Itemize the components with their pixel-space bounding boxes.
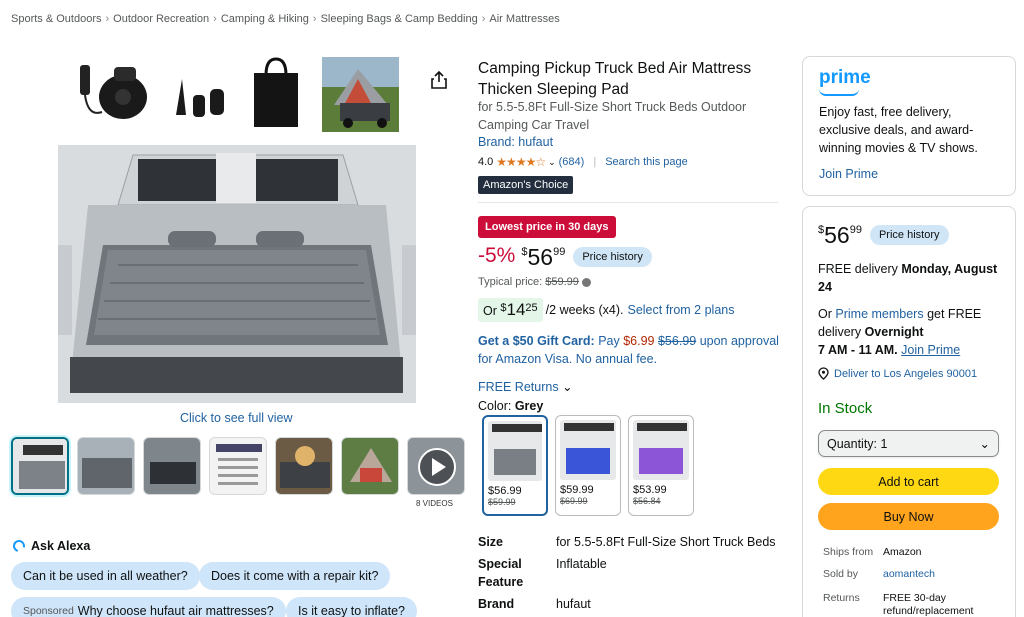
- color-swatch[interactable]: $53.99 $56.84: [628, 415, 694, 516]
- main-product-image[interactable]: [58, 145, 416, 403]
- price-block: -5% $ 56 99 Price history: [478, 244, 652, 271]
- stock-status: In Stock: [818, 400, 873, 417]
- gift-card-offer[interactable]: Get a $50 Gift Card: Pay $6.99 $56.99 up…: [478, 332, 783, 368]
- ask-alexa-header: Ask Alexa: [10, 537, 90, 555]
- alexa-question-chip[interactable]: Can it be used in all weather?: [11, 562, 200, 590]
- prime-description: Enjoy fast, free delivery, exclusive dea…: [819, 105, 978, 155]
- ships-from-value: Amazon: [883, 546, 922, 558]
- breadcrumb-item[interactable]: Camping & Hiking: [221, 13, 309, 25]
- product-subtitle: for 5.5-5.8Ft Full-Size Short Truck Beds…: [478, 100, 747, 132]
- delivery-info: FREE delivery Monday, August 24: [818, 262, 998, 294]
- returns-value[interactable]: FREE 30-day refund/replacement: [883, 592, 993, 617]
- brand-link[interactable]: Brand: hufaut: [478, 135, 553, 149]
- location-pin-icon: [818, 367, 829, 380]
- price-history-button[interactable]: Price history: [869, 225, 949, 245]
- spec-key: Brand: [478, 597, 515, 611]
- breadcrumb-item[interactable]: Air Mattresses: [489, 13, 559, 25]
- amazons-choice-badge: Amazon's Choice: [478, 176, 574, 194]
- quantity-select[interactable]: Quantity: 1 ⌄: [818, 430, 999, 457]
- rating-value: 4.0: [478, 156, 494, 168]
- select-plans-link[interactable]: Select from 2 plans: [627, 303, 734, 317]
- alexa-question-chip[interactable]: Does it come with a repair kit?: [199, 562, 391, 590]
- prime-smile-icon: [819, 89, 859, 96]
- price-history-button[interactable]: Price history: [573, 247, 652, 267]
- buy-now-button[interactable]: Buy Now: [818, 503, 999, 530]
- pump-image: [78, 57, 158, 132]
- alexa-icon: [10, 537, 28, 555]
- ships-from-label: Ships from: [823, 546, 874, 558]
- color-swatch[interactable]: $56.99 $59.99: [482, 415, 548, 516]
- join-prime-link[interactable]: Join Prime: [819, 167, 878, 181]
- ratings-count-link[interactable]: (684): [559, 156, 585, 168]
- returns-label: Returns: [823, 592, 860, 604]
- deal-badge: Lowest price in 30 days: [478, 216, 616, 238]
- price-fraction: 99: [553, 246, 566, 258]
- breadcrumb-item[interactable]: Sports & Outdoors: [11, 13, 102, 25]
- share-icon[interactable]: [430, 70, 448, 95]
- divider: |: [593, 156, 597, 168]
- thumbnail[interactable]: [341, 437, 399, 495]
- installment-offer: Or $1425 /2 weeks (x4). Select from 2 pl…: [478, 298, 734, 322]
- thumbnail[interactable]: [209, 437, 267, 495]
- spec-value: hufaut: [556, 597, 591, 611]
- sponsored-label: Sponsored: [23, 605, 74, 617]
- thumbnail[interactable]: [275, 437, 333, 495]
- spec-value: for 5.5-5.8Ft Full-Size Short Truck Beds: [556, 535, 776, 549]
- videos-label: 8 VIDEOS: [416, 499, 453, 508]
- chevron-down-icon: ⌄: [562, 380, 573, 394]
- color-swatch[interactable]: $59.99 $69.99: [555, 415, 621, 516]
- breadcrumb-item[interactable]: Outdoor Recreation: [113, 13, 209, 25]
- nozzles-image: [166, 57, 236, 132]
- info-icon[interactable]: [581, 277, 591, 287]
- product-title: Camping Pickup Truck Bed Air Mattress Th…: [478, 60, 752, 98]
- video-thumbnail[interactable]: [407, 437, 465, 495]
- thumbnail[interactable]: [77, 437, 135, 495]
- chevron-down-icon: ⌄: [979, 437, 990, 451]
- star-rating-icon[interactable]: ★★★★☆: [496, 155, 546, 169]
- breadcrumb-item[interactable]: Sleeping Bags & Camp Bedding: [321, 13, 478, 25]
- deliver-to-link[interactable]: Deliver to Los Angeles 90001: [818, 367, 977, 380]
- breadcrumb: Sports & Outdoors › Outdoor Recreation › Cam…: [11, 13, 560, 25]
- tent-image: [322, 57, 399, 132]
- spec-key: Special Feature: [478, 557, 524, 589]
- sold-by-label: Sold by: [823, 568, 859, 580]
- color-selector-label: Color: Grey: [478, 399, 544, 413]
- typical-price: Typical price: $59.99: [478, 276, 591, 288]
- thumbnail[interactable]: [11, 437, 69, 495]
- discount-percent: -5%: [478, 244, 516, 267]
- price-whole: 56: [527, 244, 554, 270]
- prime-members-link[interactable]: Prime members: [835, 307, 923, 321]
- alexa-question-chip[interactable]: Is it easy to inflate?: [286, 597, 418, 617]
- add-to-cart-button[interactable]: Add to cart: [818, 468, 999, 495]
- thumbnail[interactable]: [143, 437, 201, 495]
- sold-by-link[interactable]: aomantech: [883, 568, 935, 580]
- divider: [478, 202, 778, 203]
- spec-key: Size: [478, 535, 504, 549]
- free-returns-link[interactable]: FREE Returns ⌄: [478, 379, 573, 394]
- prime-delivery-info: Or Prime members get FREE delivery Overn…: [818, 307, 982, 357]
- buybox-price: $ 56 99 Price history: [818, 222, 949, 249]
- bag-image: [250, 57, 302, 132]
- prime-card: prime Enjoy fast, free delivery, exclusi…: [802, 56, 1016, 196]
- spec-value: Inflatable: [556, 557, 607, 571]
- prime-logo: prime: [819, 67, 871, 96]
- rating-row: 4.0 ★★★★☆ ⌄ (684) | Search this page: [478, 155, 688, 169]
- join-prime-link[interactable]: Join Prime: [901, 343, 960, 357]
- alexa-question-chip[interactable]: Sponsored Why choose hufaut air mattress…: [11, 597, 286, 617]
- chevron-down-icon[interactable]: ⌄: [548, 157, 556, 168]
- search-page-link[interactable]: Search this page: [605, 156, 688, 168]
- click-full-view-link[interactable]: Click to see full view: [180, 411, 293, 425]
